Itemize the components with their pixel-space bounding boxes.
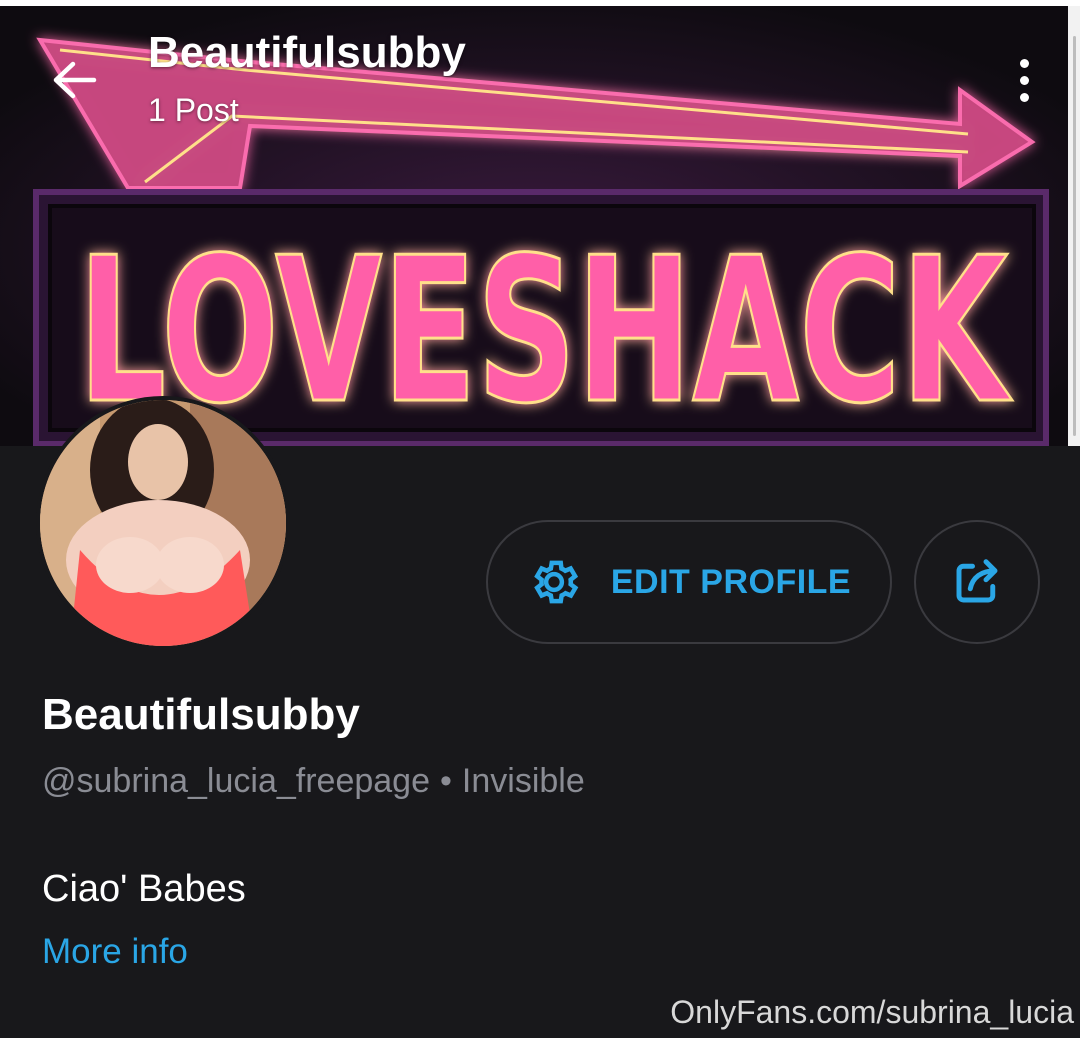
arrow-left-icon <box>53 61 97 99</box>
profile-bio: Ciao' Babes <box>42 868 246 910</box>
vertical-dots-icon <box>1019 58 1029 68</box>
edit-profile-label: EDIT PROFILE <box>610 562 852 601</box>
share-button[interactable] <box>914 520 1040 644</box>
back-button[interactable] <box>44 50 104 110</box>
more-options-button[interactable] <box>1000 52 1048 108</box>
gear-icon <box>534 560 579 604</box>
profile-page: LOVESHACK Beautifulsubby 1 Post EDIT PRO… <box>0 0 1080 1038</box>
more-info-link[interactable]: More info <box>42 932 188 972</box>
profile-handle: @subrina_lucia_freepage <box>42 762 430 800</box>
share-icon <box>956 559 998 603</box>
scrollbar-thumb[interactable] <box>1073 36 1076 436</box>
vertical-dots-icon-dot <box>1019 75 1029 85</box>
profile-name: Beautifulsubby <box>42 690 360 739</box>
scrollbar[interactable] <box>1068 6 1080 446</box>
watermark: OnlyFans.com/subrina_lucia <box>670 994 1074 1030</box>
vertical-dots-icon-dot <box>1019 92 1029 102</box>
header-title: Beautifulsubby <box>148 28 466 77</box>
status-text: Invisible <box>461 762 585 800</box>
avatar[interactable] <box>36 396 290 650</box>
post-count: 1 Post <box>148 92 239 128</box>
edit-profile-button[interactable]: EDIT PROFILE <box>486 520 892 644</box>
meta-separator: • <box>440 762 452 800</box>
profile-meta: @subrina_lucia_freepage • Invisible <box>42 762 585 801</box>
